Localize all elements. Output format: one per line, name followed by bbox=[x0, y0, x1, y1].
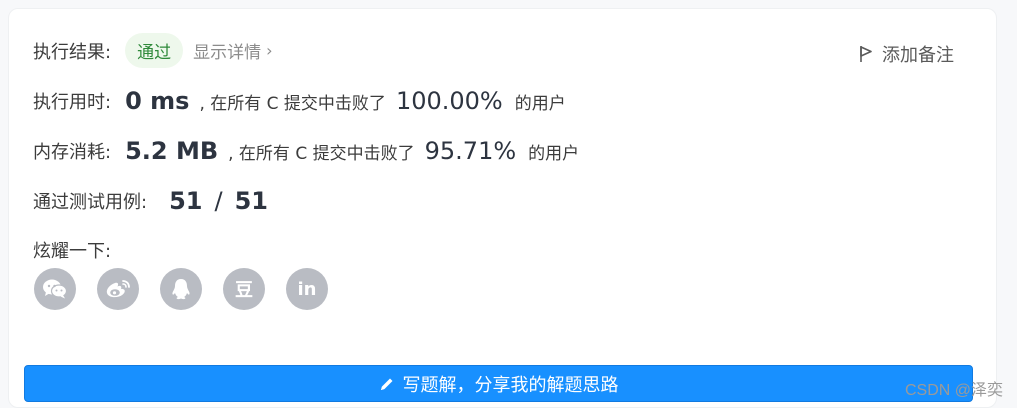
share-wechat-button[interactable] bbox=[34, 268, 76, 310]
share-weibo-button[interactable] bbox=[97, 268, 139, 310]
status-badge: 通过 bbox=[125, 33, 184, 68]
share-buttons: 豆 in bbox=[34, 268, 328, 310]
memory-label: 内存消耗: bbox=[33, 142, 112, 163]
douban-icon: 豆 bbox=[235, 280, 253, 301]
memory-beat-text: , 在所有 C 提交中击败了 bbox=[228, 143, 415, 164]
share-qq-button[interactable] bbox=[160, 268, 202, 310]
chevron-right-icon: › bbox=[266, 41, 273, 60]
add-note-button[interactable]: 添加备注 bbox=[858, 41, 954, 67]
result-row: 执行结果: 通过 显示详情 › bbox=[33, 33, 272, 68]
watermark: CSDN @泽奕 bbox=[904, 382, 1003, 399]
weibo-icon bbox=[106, 280, 130, 298]
write-solution-label: 写题解，分享我的解题思路 bbox=[402, 374, 619, 396]
pencil-icon bbox=[380, 378, 392, 390]
runtime-label: 执行用时: bbox=[33, 92, 112, 113]
linkedin-icon: in bbox=[297, 278, 317, 300]
memory-suffix: 的用户 bbox=[528, 143, 580, 164]
memory-value: 5.2 MB bbox=[125, 137, 219, 165]
runtime-suffix: 的用户 bbox=[514, 93, 566, 114]
qq-icon bbox=[172, 279, 190, 300]
runtime-value: 0 ms bbox=[125, 87, 190, 115]
runtime-percent: 100.00% bbox=[395, 87, 503, 115]
wechat-icon bbox=[43, 279, 68, 299]
memory-row: 内存消耗: 5.2 MB , 在所有 C 提交中击败了 95.71% 的用户 bbox=[33, 137, 579, 165]
share-douban-button[interactable]: 豆 bbox=[223, 268, 265, 310]
tests-total: 51 bbox=[234, 187, 268, 215]
add-note-label: 添加备注 bbox=[882, 45, 954, 66]
runtime-beat-text: , 在所有 C 提交中击败了 bbox=[199, 93, 386, 114]
write-solution-button[interactable]: 写题解，分享我的解题思路 bbox=[24, 365, 973, 402]
tests-label: 通过测试用例: bbox=[33, 192, 148, 213]
submission-result-card: 执行结果: 通过 显示详情 › 添加备注 执行用时: 0 ms , 在所有 C … bbox=[8, 8, 997, 408]
tests-passed: 51 bbox=[169, 187, 203, 215]
share-label: 炫耀一下: bbox=[33, 241, 112, 262]
tests-row: 通过测试用例: 51 / 51 bbox=[33, 187, 268, 215]
flag-icon bbox=[860, 46, 872, 62]
runtime-row: 执行用时: 0 ms , 在所有 C 提交中击败了 100.00% 的用户 bbox=[33, 87, 566, 115]
result-label: 执行结果: bbox=[33, 41, 112, 63]
show-details-link[interactable]: 显示详情 › bbox=[193, 38, 272, 63]
tests-separator: / bbox=[214, 187, 223, 215]
show-details-label: 显示详情 bbox=[193, 43, 262, 63]
share-row: 炫耀一下: bbox=[33, 237, 111, 263]
memory-percent: 95.71% bbox=[424, 137, 517, 165]
share-linkedin-button[interactable]: in bbox=[286, 268, 328, 310]
